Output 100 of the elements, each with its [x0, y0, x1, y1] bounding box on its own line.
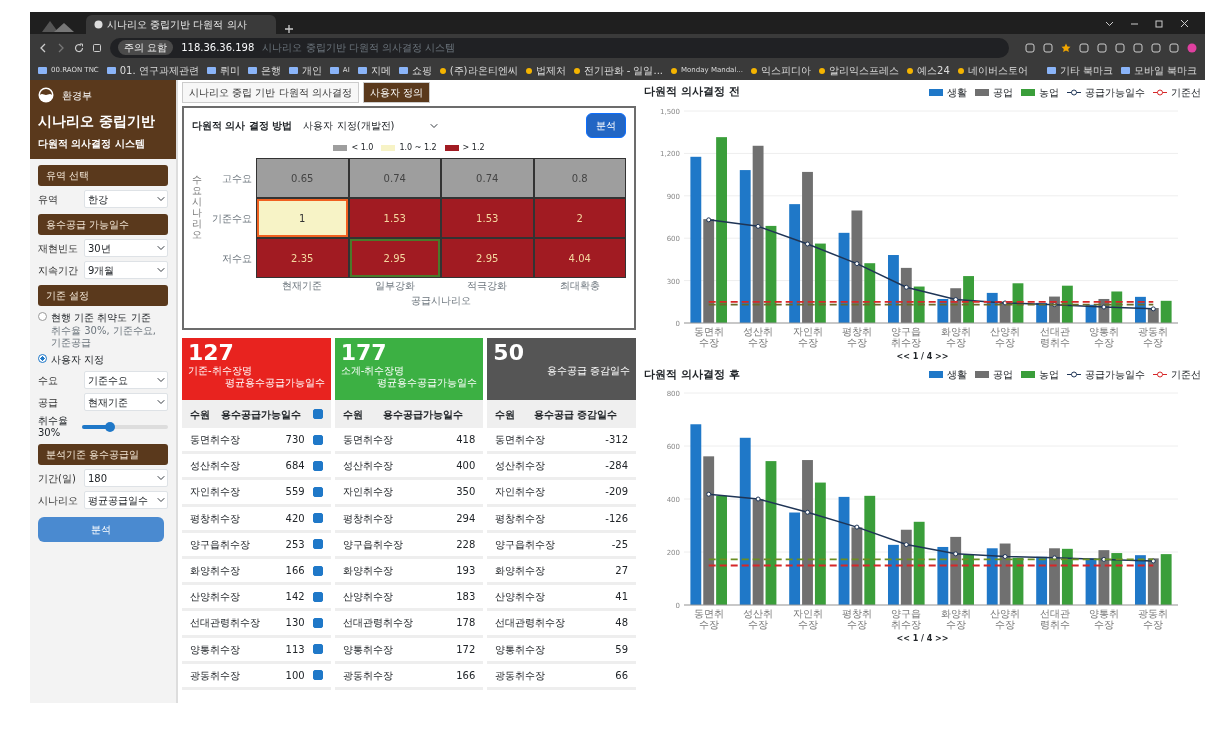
dropdown[interactable]: 9개월	[84, 261, 168, 279]
legend-label: > 1.2	[462, 142, 485, 154]
row-checkbox[interactable]	[312, 565, 323, 576]
bar	[1085, 558, 1097, 605]
header-checkbox[interactable]	[312, 409, 323, 419]
close-icon[interactable]	[1180, 18, 1189, 28]
row-checkbox[interactable]	[312, 486, 323, 497]
bar	[1036, 556, 1048, 605]
back-icon[interactable]	[38, 42, 48, 53]
dropdown[interactable]: 한강	[84, 190, 168, 208]
dropdown[interactable]: 기준수요	[84, 371, 168, 389]
bookmark-item[interactable]: 지메	[357, 63, 391, 78]
legend-label: 생활	[947, 85, 967, 100]
pager[interactable]: << 1 / 4 >>	[644, 633, 1201, 645]
axis-label: 성산취수장	[743, 608, 774, 630]
url-host: 118.36.36.198	[181, 41, 255, 55]
dropdown[interactable]: 평균공급일수	[84, 491, 168, 509]
bar	[1098, 298, 1110, 323]
security-warning[interactable]: 주의 요함	[118, 40, 174, 55]
restore-icon[interactable]	[1155, 18, 1164, 28]
bookmark-item[interactable]: 01. 연구과제관련	[106, 63, 199, 78]
bookmark-item[interactable]: 네이버스토어	[957, 63, 1028, 78]
heatmap-cell[interactable]: 2.95	[348, 238, 441, 278]
axis-label: 평창취수장	[841, 325, 872, 348]
bookmark-item[interactable]: (주)라온티엔씨	[439, 63, 518, 78]
site-icon	[907, 67, 913, 74]
browser-tab[interactable]: 시나리오 중립기반 다원적 의사	[86, 15, 276, 34]
heatmap-cell[interactable]: 1	[256, 198, 349, 238]
tab[interactable]: 사용자 정의	[362, 82, 430, 103]
row-checkbox[interactable]	[312, 617, 323, 628]
table-cell-text: 성산취수장	[190, 459, 241, 474]
bookmark-item[interactable]: 법제처	[525, 63, 566, 78]
data-point	[1002, 554, 1008, 559]
forward-icon[interactable]	[56, 42, 66, 53]
data-point	[706, 216, 712, 222]
table-cell-text: 선대관령취수장	[190, 616, 261, 631]
analyze-button[interactable]: 분석	[38, 517, 164, 542]
analyze-button[interactable]: 분석	[586, 113, 626, 138]
pager[interactable]: << 1 / 4 >>	[644, 350, 1201, 363]
bookmark-item[interactable]: 모바일 북마크	[1120, 63, 1197, 78]
radio-button[interactable]	[38, 354, 47, 363]
star-icon[interactable]	[1061, 42, 1071, 53]
heatmap-cell[interactable]: 1.53	[441, 198, 534, 238]
table-cell-text: 228	[456, 537, 476, 552]
row-checkbox[interactable]	[312, 460, 323, 471]
data-point	[903, 284, 909, 290]
field-label: 지속기간	[38, 263, 79, 278]
heatmap-cell[interactable]: 2.95	[441, 238, 534, 278]
data-point	[854, 260, 860, 266]
bookmark-item[interactable]: 알리익스프레스	[819, 63, 899, 78]
axis-label: 산양취수장	[990, 325, 1021, 348]
row-checkbox[interactable]	[312, 434, 323, 445]
bookmark-item[interactable]: 뤼미	[206, 63, 240, 78]
folder-icon	[288, 67, 298, 74]
legend-label: 1.0 ~ 1.2	[399, 142, 437, 154]
heatmap-cell[interactable]: 0.74	[441, 158, 534, 198]
row-checkbox[interactable]	[312, 513, 323, 524]
bookmark-item[interactable]: 익스피디아	[751, 63, 811, 78]
dropdown[interactable]: 180	[84, 469, 168, 487]
heatmap-cell[interactable]: 0.8	[533, 158, 626, 198]
page-title: 시나리오 중립기반 다원적 의사결정 시스템	[262, 41, 456, 55]
bookmark-item[interactable]: 예스24	[907, 63, 950, 78]
bar	[1085, 304, 1097, 323]
row-checkbox[interactable]	[312, 539, 323, 550]
address-field[interactable]: 주의 요함 118.36.36.198 시나리오 중립기반 다원적 의사결정 시스템	[110, 37, 1009, 58]
tab[interactable]: 시나리오 중립 기반 다원적 의사결정	[182, 82, 359, 103]
radio-note: 취수율 30%, 기준수요, 기준공급	[51, 325, 157, 348]
axis-label: 성산취수장	[743, 325, 774, 348]
heatmap-cell[interactable]: 4.04	[533, 238, 626, 278]
new-tab-icon[interactable]	[284, 24, 294, 34]
heatmap-cell[interactable]: 2.35	[256, 238, 349, 278]
heatmap-cell[interactable]: 1.53	[348, 198, 441, 238]
bookmark-item[interactable]: 개인	[288, 63, 322, 78]
axis-label: 화양취수장	[940, 608, 971, 630]
heatmap-cell[interactable]: 0.65	[256, 158, 349, 198]
bookmark-item[interactable]: 쇼핑	[398, 63, 432, 78]
bookmark-item[interactable]: 기타 북마크	[1046, 63, 1113, 78]
table-cell-text: 100	[285, 668, 305, 683]
heatmap-cell[interactable]: 2	[533, 198, 626, 238]
data-point	[1052, 555, 1057, 561]
row-checkbox[interactable]	[312, 591, 323, 602]
legend-label: 기준선	[1171, 368, 1201, 383]
radio-button[interactable]	[38, 312, 47, 321]
folder-icon	[1046, 67, 1056, 74]
table-cell-text: 양통취수장	[342, 642, 394, 657]
profile-avatar-icon[interactable]	[1187, 42, 1197, 53]
table-cell-text: 평창취수장	[495, 511, 547, 526]
summary-value: 50	[493, 341, 525, 366]
axis-label: 양통취수장	[1088, 325, 1119, 348]
slider-handle[interactable]	[105, 421, 116, 432]
row-checkbox[interactable]	[312, 670, 323, 681]
bookmark-item[interactable]: 전기판화 - 일일...	[573, 63, 664, 78]
data-point	[1101, 556, 1107, 562]
table-cell-text: 산양취수장	[342, 590, 394, 605]
heatmap-cell[interactable]: 0.74	[348, 158, 441, 198]
reload-icon[interactable]	[74, 42, 84, 53]
bookmark-item[interactable]: 은행	[247, 63, 281, 78]
row-checkbox[interactable]	[312, 644, 323, 655]
dropdown[interactable]: 현재기준	[84, 393, 168, 411]
dropdown[interactable]: 30년	[84, 239, 168, 257]
